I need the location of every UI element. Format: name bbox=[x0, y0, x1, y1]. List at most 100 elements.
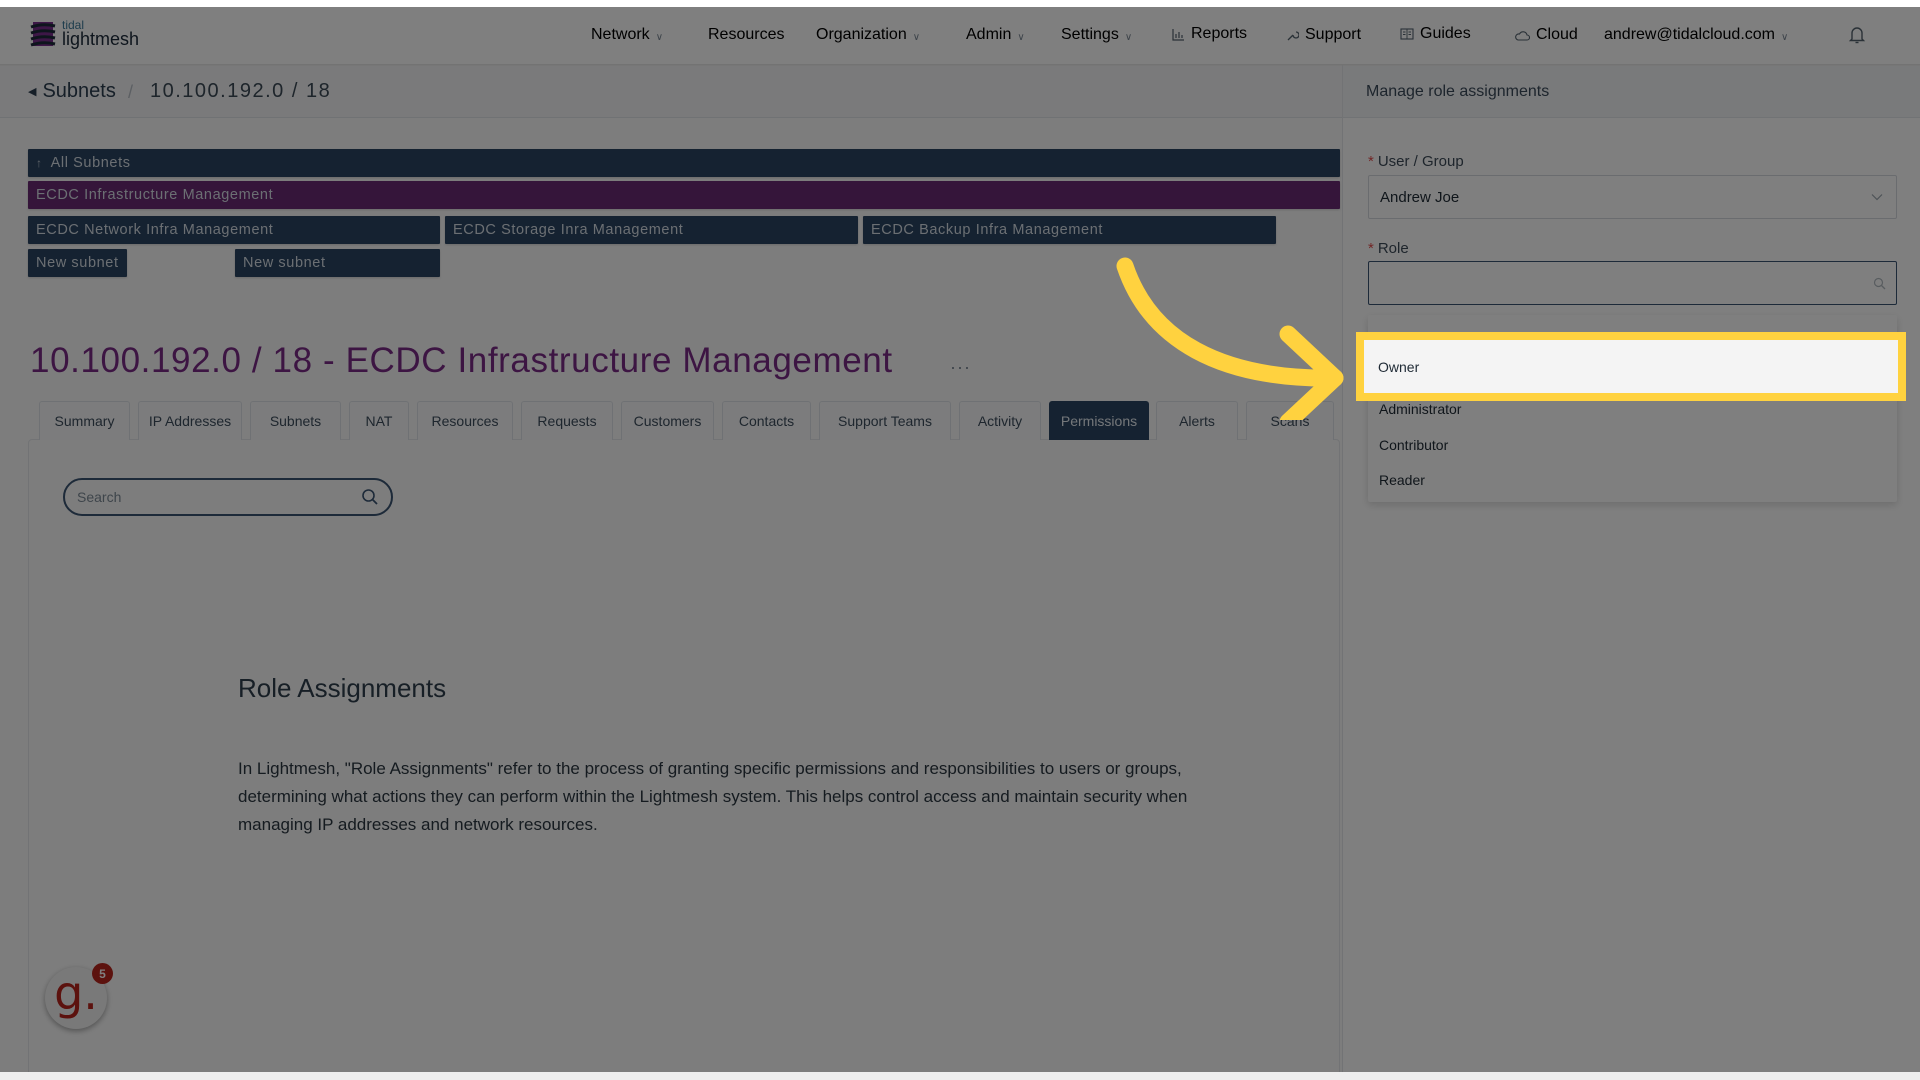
nav-resources[interactable]: Resources bbox=[708, 26, 784, 44]
tab-ip-addresses[interactable]: IP Addresses bbox=[138, 401, 242, 440]
lightmesh-logo-icon bbox=[30, 21, 56, 46]
role-option-reader[interactable]: Reader bbox=[1368, 462, 1897, 498]
tab-label: Support Teams bbox=[838, 413, 932, 429]
tab-nat[interactable]: NAT bbox=[349, 401, 409, 440]
nav-cloud[interactable]: Cloud bbox=[1515, 26, 1578, 44]
nav-settings[interactable]: Settings ∨ bbox=[1061, 26, 1132, 44]
book-icon bbox=[1400, 28, 1414, 40]
search-icon[interactable] bbox=[361, 488, 379, 506]
nav-guides[interactable]: Guides bbox=[1400, 25, 1471, 43]
tab-customers[interactable]: Customers bbox=[621, 401, 714, 440]
chevron-down-icon: ∨ bbox=[655, 31, 664, 43]
tab-label: Requests bbox=[537, 413, 597, 429]
nav-settings-label: Settings bbox=[1061, 26, 1119, 43]
chevron-down-icon: ∨ bbox=[1017, 31, 1025, 43]
tab-requests[interactable]: Requests bbox=[521, 401, 613, 440]
tab-support-teams[interactable]: Support Teams bbox=[819, 401, 951, 440]
chevron-down-icon bbox=[1871, 194, 1883, 201]
role-assignments-heading: Role Assignments bbox=[238, 673, 447, 703]
all-subnets-label: All Subnets bbox=[50, 155, 131, 171]
tab-resources[interactable]: Resources bbox=[417, 401, 513, 440]
search-icon bbox=[1873, 277, 1886, 290]
child-subnet-label: ECDC Storage Inra Management bbox=[453, 222, 684, 238]
bell-icon[interactable] bbox=[1848, 25, 1866, 45]
user-group-label-text: User / Group bbox=[1377, 153, 1464, 170]
required-mark: * bbox=[1368, 153, 1374, 170]
breadcrumb-back-link[interactable]: ◀ Subnets bbox=[28, 80, 116, 103]
page: tidal lightmesh Network ∨ Resources Orga… bbox=[0, 7, 1920, 1079]
new-subnet-2[interactable]: New subnet bbox=[235, 249, 440, 277]
breadcrumb-subnets: Subnets bbox=[42, 80, 116, 102]
search-field[interactable] bbox=[63, 478, 393, 516]
nav-admin[interactable]: Admin ∨ bbox=[966, 26, 1025, 44]
tab-alerts[interactable]: Alerts bbox=[1156, 401, 1238, 440]
tab-label: Contacts bbox=[738, 413, 795, 429]
new-subnet-label: New subnet bbox=[243, 255, 326, 271]
chevron-down-icon: ∨ bbox=[1781, 31, 1789, 43]
role-search-input[interactable] bbox=[1379, 262, 1859, 302]
user-group-label: * User / Group bbox=[1368, 153, 1464, 170]
nav-organization-label: Organization bbox=[816, 26, 907, 43]
logo[interactable]: tidal lightmesh bbox=[30, 19, 139, 48]
logo-large-text: lightmesh bbox=[62, 29, 140, 49]
arrow-up-icon: ↑ bbox=[36, 156, 43, 170]
tab-scans[interactable]: Scans bbox=[1246, 401, 1334, 440]
highlighted-option-owner[interactable]: Owner bbox=[1363, 339, 1898, 394]
search-input[interactable] bbox=[77, 480, 347, 514]
nav-guides-label: Guides bbox=[1420, 25, 1471, 42]
role-label-text: Role bbox=[1377, 240, 1409, 257]
tab-label: Subnets bbox=[269, 413, 322, 429]
bar-chart-icon bbox=[1172, 28, 1184, 41]
child-subnet-storage[interactable]: ECDC Storage Inra Management bbox=[445, 216, 858, 244]
role-option-administrator[interactable]: Administrator bbox=[1368, 391, 1897, 427]
tab-label: Activity bbox=[977, 413, 1023, 429]
tab-subnets[interactable]: Subnets bbox=[250, 401, 341, 440]
page-title: 10.100.192.0 / 18 - ECDC Infrastructure … bbox=[30, 341, 893, 380]
role-assignments-description: In Lightmesh, "Role Assignments" refer t… bbox=[238, 759, 1188, 834]
more-options-button[interactable]: ··· bbox=[950, 357, 971, 378]
tab-label: Summary bbox=[54, 413, 115, 429]
nav-reports-label: Reports bbox=[1191, 25, 1248, 42]
wrench-icon bbox=[1287, 30, 1299, 40]
panel-title: Manage role assignments bbox=[1366, 83, 1550, 100]
breadcrumb-separator: / bbox=[128, 82, 134, 102]
tab-label: IP Addresses bbox=[148, 413, 232, 429]
nav-admin-label: Admin bbox=[966, 26, 1012, 43]
required-mark: * bbox=[1368, 240, 1374, 257]
notification-count-badge: 5 bbox=[92, 963, 113, 984]
nav-reports[interactable]: Reports bbox=[1172, 25, 1247, 43]
user-menu[interactable]: andrew@tidalcloud.com ∨ bbox=[1604, 26, 1788, 44]
child-subnet-network[interactable]: ECDC Network Infra Management bbox=[28, 216, 440, 244]
new-subnet-1[interactable]: New subnet bbox=[28, 249, 127, 277]
nav-organization[interactable]: Organization ∨ bbox=[816, 26, 920, 44]
nav-network[interactable]: Network ∨ bbox=[591, 26, 663, 44]
nav-support[interactable]: Support bbox=[1286, 26, 1361, 44]
chevron-down-icon: ∨ bbox=[1124, 31, 1133, 43]
breadcrumb: ◀ Subnets / 10.100.192.0 / 18 bbox=[0, 65, 1342, 118]
help-widget-logo-icon: g. bbox=[54, 966, 98, 1020]
help-widget[interactable]: g. 5 bbox=[45, 963, 113, 1029]
role-option-contributor[interactable]: Contributor bbox=[1368, 427, 1897, 463]
child-subnet-label: ECDC Network Infra Management bbox=[36, 222, 274, 238]
tab-label: NAT bbox=[365, 413, 393, 429]
tab-label: Customers bbox=[633, 413, 702, 429]
current-subnet-bar[interactable]: ECDC Infrastructure Management bbox=[28, 181, 1340, 209]
child-subnet-backup[interactable]: ECDC Backup Infra Management bbox=[863, 216, 1276, 244]
panel-header: Manage role assignments bbox=[1343, 65, 1920, 118]
tab-label: Alerts bbox=[1179, 413, 1215, 429]
cloud-icon bbox=[1515, 30, 1530, 41]
tab-activity[interactable]: Activity bbox=[959, 401, 1041, 440]
user-email: andrew@tidalcloud.com bbox=[1604, 26, 1775, 43]
new-subnet-label: New subnet bbox=[36, 255, 119, 271]
user-group-value: Andrew Joe bbox=[1380, 189, 1460, 206]
tab-label: Permissions bbox=[1060, 413, 1138, 429]
nav-network-label: Network bbox=[591, 26, 650, 43]
tab-permissions[interactable]: Permissions bbox=[1049, 401, 1149, 440]
tab-contacts[interactable]: Contacts bbox=[722, 401, 811, 440]
tab-summary[interactable]: Summary bbox=[39, 401, 130, 440]
tab-label: Resources bbox=[431, 413, 499, 429]
all-subnets-bar[interactable]: ↑ All Subnets bbox=[28, 149, 1340, 177]
user-group-select[interactable]: Andrew Joe bbox=[1368, 175, 1897, 219]
role-select[interactable] bbox=[1368, 261, 1897, 305]
manage-role-assignments-panel: Manage role assignments * User / Group An… bbox=[1342, 65, 1920, 1072]
